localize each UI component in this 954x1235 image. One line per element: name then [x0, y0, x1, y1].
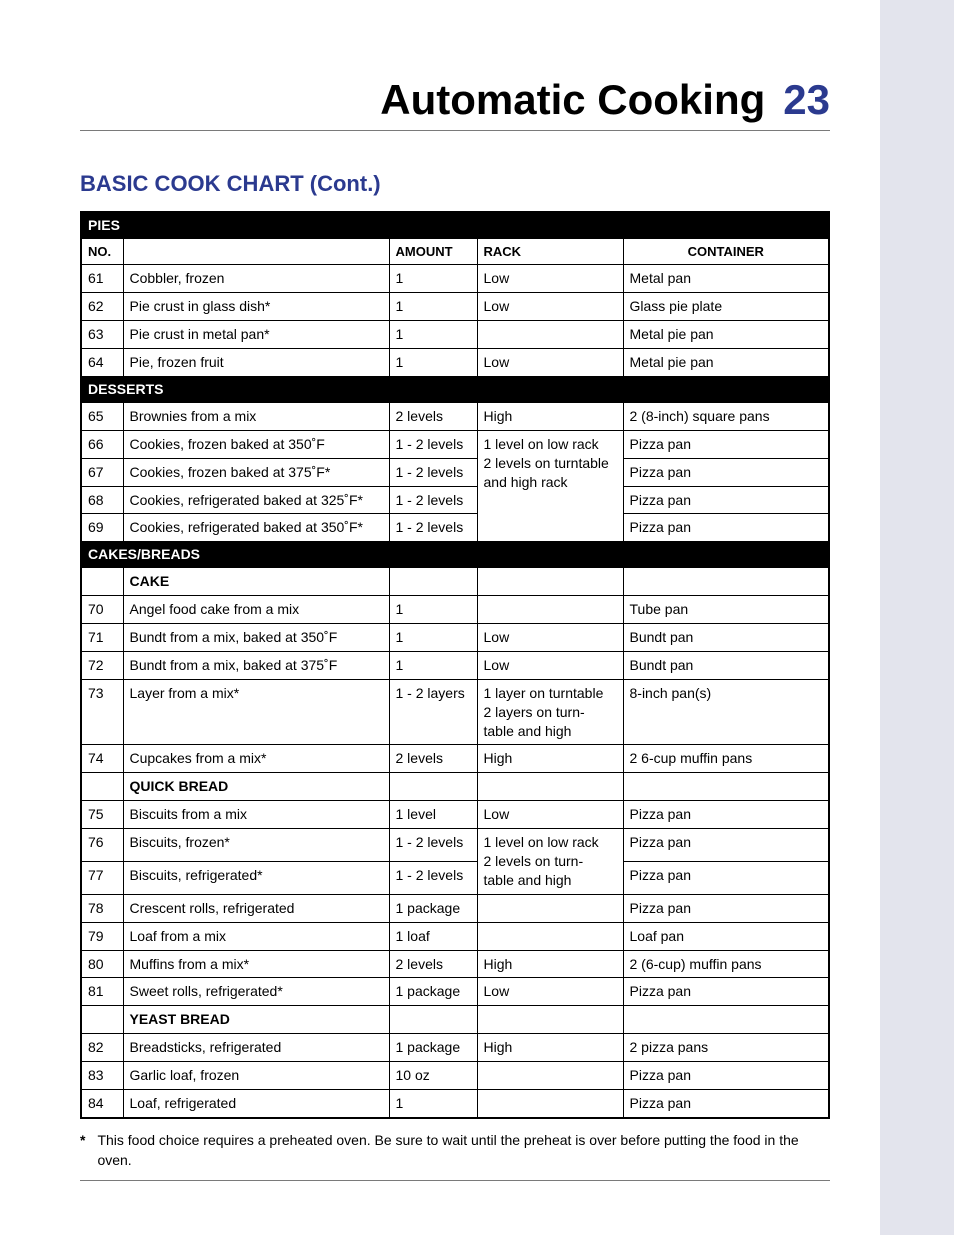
section-title: BASIC COOK CHART (Cont.) [80, 171, 830, 197]
table-row: 80Muffins from a mix*2 levelsHigh2 (6-cu… [81, 950, 829, 978]
table-row: 79Loaf from a mix1 loafLoaf pan [81, 922, 829, 950]
col-container: CONTAINER [623, 238, 829, 265]
subheader-quick-bread: Quick Bread [81, 773, 829, 801]
col-no: NO. [81, 238, 123, 265]
table-row: 84Loaf, refrigerated1Pizza pan [81, 1090, 829, 1118]
footnote: * This food choice requires a preheated … [80, 1131, 830, 1170]
table-row: 63Pie crust in metal pan*1Metal pie pan [81, 321, 829, 349]
col-amount: AMOUNT [389, 238, 477, 265]
section-header-pies: Pies [81, 212, 829, 238]
subheader-cake: Cake [81, 568, 829, 596]
page-content: Automatic Cooking 23 BASIC COOK CHART (C… [0, 0, 880, 1235]
table-row: 81Sweet rolls, refrigerated*1 packageLow… [81, 978, 829, 1006]
section-label: Desserts [81, 377, 829, 403]
rack-merged: 1 level on low rack 2 levels on turntabl… [477, 430, 623, 542]
footnote-symbol: * [80, 1131, 85, 1170]
col-name-blank [123, 238, 389, 265]
table-row: 66Cookies, frozen baked at 350˚F1 - 2 le… [81, 430, 829, 458]
table-row: 67Cookies, frozen baked at 375˚F*1 - 2 l… [81, 458, 829, 486]
right-margin-band [880, 0, 954, 1235]
header-title: Automatic Cooking [380, 76, 765, 124]
bottom-rule [80, 1180, 830, 1181]
cook-chart-table: Pies NO. AMOUNT RACK CONTAINER 61Cobbler… [80, 211, 830, 1119]
table-row: 64Pie, frozen fruit1LowMetal pie pan [81, 349, 829, 377]
table-row: 75Biscuits from a mix1 levelLowPizza pan [81, 801, 829, 829]
page-number: 23 [783, 76, 830, 124]
table-row: 62Pie crust in glass dish*1LowGlass pie … [81, 293, 829, 321]
page-header: Automatic Cooking 23 [80, 76, 830, 131]
rack-merged: 1 level on low rack 2 levels on turn- ta… [477, 829, 623, 895]
subheader-yeast-bread: Yeast Bread [81, 1006, 829, 1034]
section-header-desserts: Desserts [81, 377, 829, 403]
table-row: 69Cookies, refrigerated baked at 350˚F*1… [81, 514, 829, 542]
column-header-row: NO. AMOUNT RACK CONTAINER [81, 238, 829, 265]
table-row: 76Biscuits, frozen*1 - 2 levels1 level o… [81, 829, 829, 862]
table-row: 70Angel food cake from a mix1Tube pan [81, 596, 829, 624]
table-row: 68Cookies, refrigerated baked at 325˚F*1… [81, 486, 829, 514]
section-header-cakes-breads: Cakes/Breads [81, 542, 829, 568]
footnote-text: This food choice requires a preheated ov… [97, 1131, 830, 1170]
table-row: 82Breadsticks, refrigerated1 packageHigh… [81, 1034, 829, 1062]
col-rack: RACK [477, 238, 623, 265]
section-label: Pies [81, 212, 829, 238]
section-label: Cakes/Breads [81, 542, 829, 568]
table-row: 72Bundt from a mix, baked at 375˚F1LowBu… [81, 651, 829, 679]
table-row: 65Brownies from a mix2 levelsHigh2 (8-in… [81, 402, 829, 430]
table-row: 83Garlic loaf, frozen10 ozPizza pan [81, 1062, 829, 1090]
table-row: 77Biscuits, refrigerated*1 - 2 levelsPiz… [81, 861, 829, 894]
table-row: 74Cupcakes from a mix*2 levelsHigh2 6-cu… [81, 745, 829, 773]
table-row: 73Layer from a mix*1 - 2 layers1 layer o… [81, 679, 829, 745]
table-row: 78Crescent rolls, refrigerated1 packageP… [81, 894, 829, 922]
table-row: 61Cobbler, frozen1LowMetal pan [81, 265, 829, 293]
table-row: 71Bundt from a mix, baked at 350˚F1LowBu… [81, 624, 829, 652]
